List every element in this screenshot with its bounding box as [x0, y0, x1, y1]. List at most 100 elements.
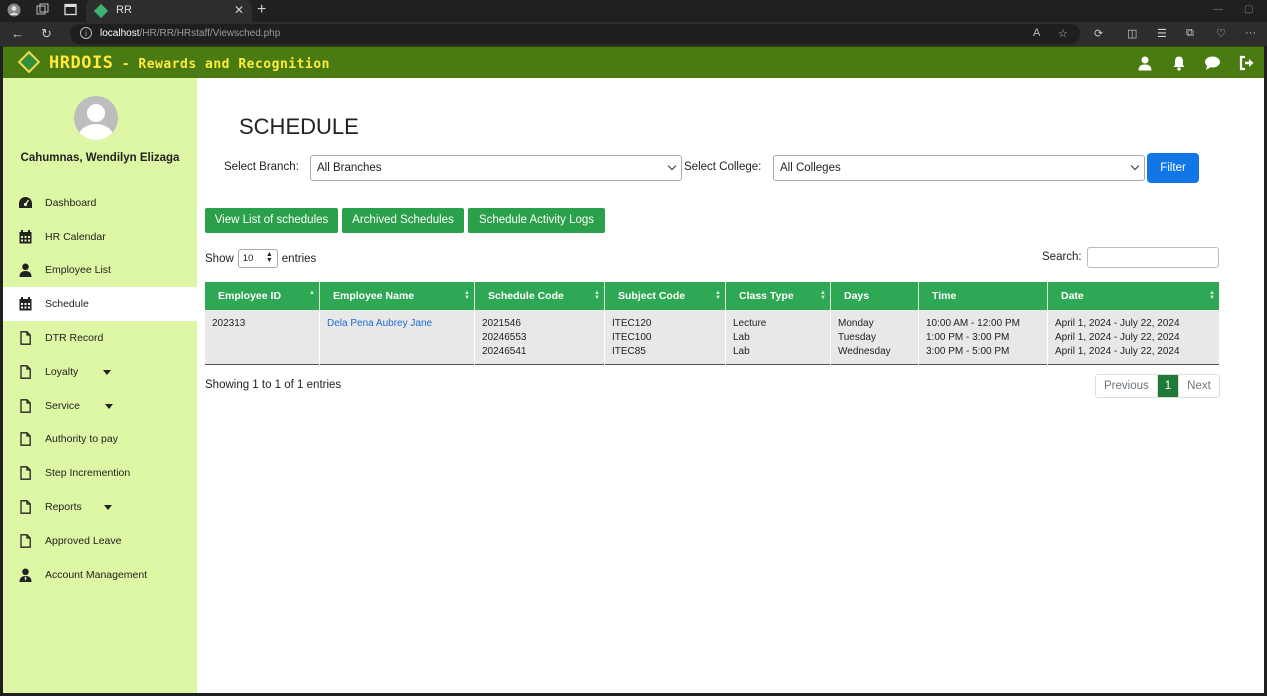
- close-tab-icon[interactable]: ✕: [234, 3, 244, 17]
- caret-down-icon[interactable]: [105, 403, 113, 409]
- archived-schedules-button[interactable]: Archived Schedules: [342, 208, 464, 233]
- caret-down-icon[interactable]: [103, 369, 111, 375]
- column-header-date[interactable]: Date ▲ ▼: [1048, 282, 1219, 310]
- notification-bell-icon[interactable]: [1171, 55, 1187, 71]
- page-1-button[interactable]: 1: [1157, 375, 1180, 397]
- cell-subject-codes: ITEC120 ITEC100 ITEC85: [605, 310, 726, 365]
- brand-subtitle: - Rewards and Recognition: [113, 57, 330, 72]
- file-icon: [17, 330, 33, 346]
- column-header-class-type[interactable]: Class Type ▲ ▼: [726, 282, 831, 310]
- favorite-star-icon[interactable]: ☆: [1058, 27, 1068, 40]
- back-icon[interactable]: ←: [11, 26, 24, 41]
- sort-icon: ▲ ▼: [1209, 290, 1215, 301]
- column-header-employee-id[interactable]: Employee ID ▲: [205, 282, 320, 310]
- read-aloud-icon[interactable]: A: [1033, 27, 1040, 39]
- sidebar-item-label: Employee List: [45, 264, 111, 277]
- minimize-icon[interactable]: —: [1213, 4, 1223, 15]
- sort-icon: ▲ ▼: [820, 290, 826, 301]
- column-header-time[interactable]: Time: [919, 282, 1048, 310]
- column-header-subject-code[interactable]: Subject Code ▲ ▼: [605, 282, 726, 310]
- sidebar-item-reports[interactable]: Reports: [3, 490, 197, 524]
- search-label: Search:: [1042, 251, 1082, 263]
- filter-button[interactable]: Filter: [1147, 153, 1199, 183]
- sidebar-item-approved-leave[interactable]: Approved Leave: [3, 524, 197, 558]
- browser-essentials-icon[interactable]: ♡: [1216, 27, 1226, 40]
- entries-select[interactable]: 10 ▲ ▼: [237, 249, 278, 268]
- collections-icon[interactable]: ⧉: [1186, 27, 1194, 40]
- sidebar-item-label: Authority to pay: [45, 433, 118, 446]
- sidebar-item-schedule[interactable]: Schedule: [3, 287, 197, 322]
- sidebar-menu: Dashboard HR Calendar Employee List Sche…: [3, 186, 197, 592]
- next-page-button[interactable]: Next: [1179, 375, 1219, 397]
- favorites-icon[interactable]: ☰: [1157, 27, 1167, 40]
- sidebar-item-loyalty[interactable]: Loyalty: [3, 355, 197, 389]
- sidebar-item-label: Service: [45, 399, 81, 412]
- calendar-icon: [17, 296, 33, 312]
- site-info-icon[interactable]: i: [80, 27, 92, 39]
- sidebar-item-label: Dashboard: [45, 196, 97, 209]
- file-icon: [17, 398, 33, 414]
- more-options-icon[interactable]: ···: [1245, 27, 1256, 39]
- employee-name-link[interactable]: Dela Pena Aubrey Jane: [327, 318, 432, 329]
- search-input[interactable]: [1087, 247, 1219, 268]
- new-tab-icon[interactable]: +: [257, 1, 266, 19]
- sidebar-item-label: Step Incremention: [45, 467, 131, 480]
- schedule-table: Employee ID ▲ Employee Name ▲ ▼ Schedule Co…: [205, 282, 1219, 365]
- sidebar-item-service[interactable]: Service: [3, 389, 197, 423]
- view-list-button[interactable]: View List of schedules: [205, 208, 338, 233]
- file-icon: [17, 499, 33, 515]
- sidebar-item-label: Reports: [45, 501, 82, 514]
- column-header-schedule-code[interactable]: Schedule Code ▲ ▼: [475, 282, 605, 310]
- pagination: Previous 1 Next: [1095, 374, 1220, 398]
- profile-user-icon[interactable]: [1137, 55, 1153, 71]
- chevron-down-icon: [1130, 161, 1140, 171]
- column-header-days[interactable]: Days: [831, 282, 919, 310]
- college-select[interactable]: All Colleges: [773, 155, 1145, 181]
- avatar: [74, 96, 118, 140]
- sidebar-item-label: Approved Leave: [45, 534, 122, 547]
- cell-schedule-codes: 2021546 20246553 20246541: [475, 310, 605, 365]
- profile-icon[interactable]: [6, 3, 22, 19]
- column-header-employee-name[interactable]: Employee Name ▲ ▼: [320, 282, 475, 310]
- extensions-icon[interactable]: ⟳: [1094, 27, 1103, 40]
- cell-class-types: Lecture Lab Lab: [726, 310, 831, 365]
- workspaces-icon[interactable]: [34, 3, 50, 19]
- restore-icon[interactable]: ▢: [1244, 4, 1253, 15]
- tab-actions-icon[interactable]: [62, 3, 78, 19]
- sidebar-item-employee-list[interactable]: Employee List: [3, 254, 197, 288]
- cell-dates: April 1, 2024 - July 22, 2024 April 1, 20…: [1055, 318, 1180, 357]
- activity-logs-button[interactable]: Schedule Activity Logs: [468, 208, 605, 233]
- sidebar-item-account-management[interactable]: Account Management: [3, 558, 197, 592]
- tab-bar: RR ✕ + — ▢: [0, 0, 1267, 22]
- table-header: Employee ID ▲ Employee Name ▲ ▼ Schedule Co…: [205, 282, 1219, 310]
- chevron-down-icon: [667, 161, 677, 171]
- sidebar-item-authority-to-pay[interactable]: Authority to pay: [3, 423, 197, 457]
- caret-down-icon[interactable]: [104, 505, 112, 511]
- branch-select-value: All Branches: [317, 162, 382, 174]
- brand[interactable]: HRDOIS - Rewards and Recognition: [49, 53, 330, 73]
- url-host: localhost: [100, 28, 140, 39]
- sidebar: Cahumnas, Wendilyn Elizaga Dashboard HR …: [3, 78, 197, 693]
- main-content: SCHEDULE Select Branch: All Branches Sel…: [197, 78, 1264, 693]
- sidebar-item-hr-calendar[interactable]: HR Calendar: [3, 220, 197, 254]
- file-icon: [17, 533, 33, 549]
- sidebar-item-dtr-record[interactable]: DTR Record: [3, 321, 197, 355]
- page-title: SCHEDULE: [239, 114, 359, 139]
- previous-page-button[interactable]: Previous: [1096, 375, 1158, 397]
- spinner-arrows-icon: ▲ ▼: [265, 251, 273, 264]
- browser-tab[interactable]: RR ✕: [86, 0, 252, 22]
- sidebar-item-dashboard[interactable]: Dashboard: [3, 186, 197, 220]
- logo-icon: [17, 50, 41, 74]
- sort-icon: ▲ ▼: [464, 290, 470, 301]
- user-icon: [17, 262, 33, 278]
- branch-select[interactable]: All Branches: [310, 155, 682, 181]
- split-screen-icon[interactable]: ◫: [1127, 27, 1137, 40]
- refresh-icon[interactable]: ↻: [41, 26, 52, 42]
- dashboard-icon: [17, 195, 33, 211]
- logout-icon[interactable]: [1239, 55, 1255, 71]
- url-field[interactable]: i localhost/HR/RR/HRstaff/Viewsched.php …: [70, 24, 1080, 44]
- calendar-icon: [17, 229, 33, 245]
- entries-label: entries: [281, 252, 317, 265]
- sidebar-item-step-incremention[interactable]: Step Incremention: [3, 456, 197, 490]
- message-icon[interactable]: [1204, 55, 1220, 71]
